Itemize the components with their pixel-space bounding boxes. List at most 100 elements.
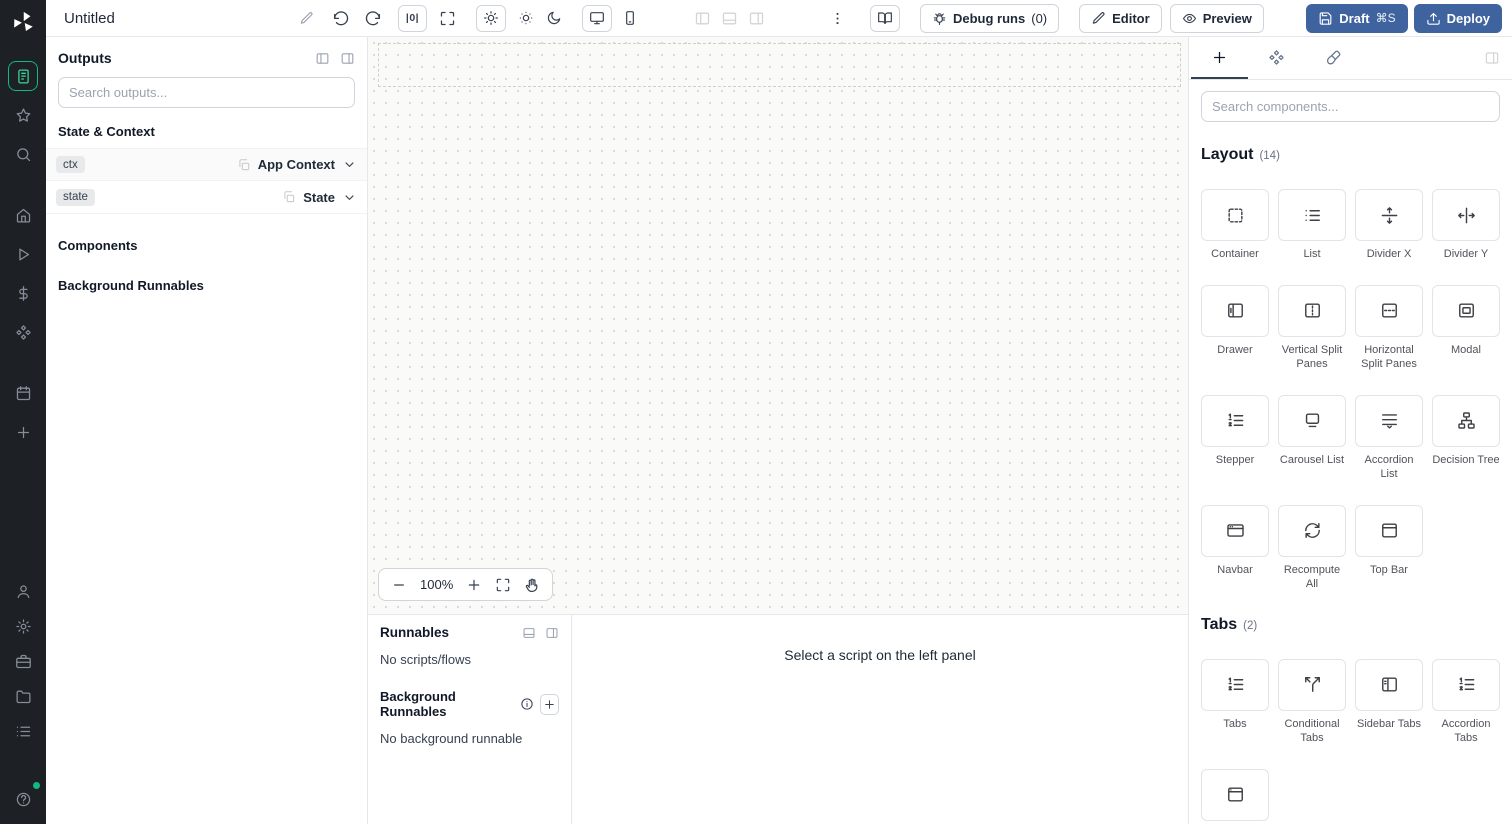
- sidebar-item-create[interactable]: [8, 417, 38, 447]
- theme-auto-button[interactable]: [518, 10, 534, 26]
- component-card-stepper[interactable]: Stepper: [1201, 394, 1269, 482]
- theme-dark-button[interactable]: [546, 10, 562, 26]
- dock-runnables-panel-icon[interactable]: [522, 626, 536, 640]
- sidebar-item-workers[interactable]: [8, 646, 38, 676]
- component-card-partial[interactable]: [1201, 768, 1269, 824]
- zoom-out-button[interactable]: [391, 577, 407, 593]
- content: Outputs State & Context ctx App Context st…: [46, 37, 1512, 824]
- tab-insert[interactable]: [1191, 37, 1248, 79]
- app-canvas[interactable]: 100%: [368, 37, 1188, 614]
- draft-button[interactable]: Draft ⌘S: [1306, 3, 1408, 33]
- bottom-panel: Runnables No scripts/flows Background Ru…: [368, 614, 1188, 824]
- component-card-drawer[interactable]: Drawer: [1201, 284, 1269, 372]
- sidebar-item-help[interactable]: [8, 782, 40, 814]
- component-section-tabs: Tabs (2) Tabs Conditional Tabs Sidebar Tabs A…: [1201, 616, 1500, 824]
- zoom-in-button[interactable]: [466, 577, 482, 593]
- sidebar-item-home[interactable]: [8, 200, 38, 230]
- app-title[interactable]: Untitled: [64, 10, 115, 27]
- output-row-ctx[interactable]: ctx App Context: [46, 148, 367, 181]
- component-card-conditional-tabs[interactable]: Conditional Tabs: [1278, 658, 1346, 746]
- fit-canvas-button[interactable]: [495, 577, 511, 593]
- component-card-decision-tree[interactable]: Decision Tree: [1432, 394, 1500, 482]
- component-card-horizontal-split-panes[interactable]: Horizontal Split Panes: [1355, 284, 1423, 372]
- sidebar-item-search[interactable]: [8, 139, 38, 169]
- pan-tool-button[interactable]: [524, 577, 540, 593]
- outputs-search-input[interactable]: [58, 77, 355, 108]
- chevron-down-icon[interactable]: [342, 190, 357, 205]
- dock-outputs-panel-icon[interactable]: [315, 51, 330, 66]
- decision-tree-icon: [1457, 411, 1476, 430]
- sidebar-item-user[interactable]: [8, 576, 38, 606]
- sun-icon: [483, 10, 499, 26]
- desktop-view-button[interactable]: [582, 4, 612, 32]
- mobile-view-button[interactable]: [622, 10, 638, 26]
- component-card-box: [1278, 658, 1346, 711]
- sidebar-item-variables[interactable]: [8, 278, 38, 308]
- tab-components-tree[interactable]: [1248, 37, 1305, 79]
- docs-button[interactable]: [870, 4, 900, 32]
- toggle-right-panel-icon[interactable]: [748, 10, 765, 27]
- component-card-sidebar-tabs[interactable]: Sidebar Tabs: [1355, 658, 1423, 746]
- sidebar-item-favorites[interactable]: [8, 100, 38, 130]
- info-icon[interactable]: [520, 697, 534, 711]
- component-card-recompute-all[interactable]: Recompute All: [1278, 504, 1346, 592]
- canvas-top-container[interactable]: [378, 43, 1181, 87]
- sidebar-item-schedules[interactable]: [8, 378, 38, 408]
- component-card-modal[interactable]: Modal: [1432, 284, 1500, 372]
- toggle-bottom-panel-icon[interactable]: [721, 10, 738, 27]
- sidebar-item-app-editor[interactable]: [8, 61, 38, 91]
- component-card-box: [1355, 189, 1423, 241]
- chevron-down-icon[interactable]: [342, 157, 357, 172]
- theme-light-button[interactable]: [476, 4, 506, 32]
- accordion-tabs-icon: [1457, 675, 1476, 694]
- app-root: Untitled |0| Debug runs (0) Editor Previ…: [0, 0, 1512, 824]
- components-search-input[interactable]: [1201, 91, 1500, 122]
- undo-button[interactable]: [332, 9, 350, 27]
- sidebar-item-resources[interactable]: [8, 317, 38, 347]
- add-background-runnable-button[interactable]: [539, 693, 559, 715]
- window-icon: [1226, 785, 1245, 804]
- expand-runnables-panel-icon[interactable]: [545, 626, 559, 640]
- tab-styling[interactable]: [1305, 37, 1362, 79]
- background-runnables-heading[interactable]: Background Runnables: [46, 262, 367, 302]
- debug-runs-button[interactable]: Debug runs (0): [920, 3, 1060, 33]
- sidebar-item-folders[interactable]: [8, 681, 38, 711]
- component-card-navbar[interactable]: Navbar: [1201, 504, 1269, 592]
- component-card-box: [1355, 658, 1423, 711]
- component-card-box: [1432, 658, 1500, 711]
- component-card-divider-y[interactable]: Divider Y: [1432, 189, 1500, 262]
- component-card-carousel-list[interactable]: Carousel List: [1278, 394, 1346, 482]
- zoom-level[interactable]: 100%: [420, 577, 453, 592]
- component-card-vertical-split-panes[interactable]: Vertical Split Panes: [1278, 284, 1346, 372]
- deploy-button[interactable]: Deploy: [1413, 3, 1502, 33]
- component-card-divider-x[interactable]: Divider X: [1355, 189, 1423, 262]
- output-row-state[interactable]: state State: [46, 181, 367, 214]
- redo-button[interactable]: [364, 9, 382, 27]
- component-card-label: Conditional Tabs: [1284, 717, 1340, 745]
- windmill-logo[interactable]: [10, 9, 36, 35]
- copy-icon[interactable]: [237, 158, 251, 172]
- preview-button[interactable]: Preview: [1169, 3, 1264, 33]
- sidebar-item-logs[interactable]: [8, 716, 38, 746]
- editor-button[interactable]: Editor: [1079, 3, 1162, 33]
- expand-outputs-panel-icon[interactable]: [340, 51, 355, 66]
- fit-screen-button[interactable]: [439, 10, 456, 27]
- collapse-right-panel-button[interactable]: [1484, 37, 1510, 79]
- component-card-tabs[interactable]: Tabs: [1201, 658, 1269, 746]
- debug-runs-label: Debug runs: [953, 10, 1026, 26]
- toggle-left-panel-icon[interactable]: [694, 10, 711, 27]
- zoom-reset-button[interactable]: |0|: [398, 4, 427, 32]
- conditional-tabs-icon: [1303, 675, 1322, 694]
- component-card-accordion-tabs[interactable]: Accordion Tabs: [1432, 658, 1500, 746]
- more-menu-button[interactable]: [829, 10, 846, 27]
- component-card-container[interactable]: Container: [1201, 189, 1269, 262]
- sidebar-item-runs[interactable]: [8, 239, 38, 269]
- copy-icon[interactable]: [282, 190, 296, 204]
- component-card-accordion-list[interactable]: Accordion List: [1355, 394, 1423, 482]
- rename-app-icon[interactable]: [299, 11, 314, 26]
- sidebar-item-settings[interactable]: [8, 611, 38, 641]
- components-heading[interactable]: Components: [46, 214, 367, 262]
- component-card-top-bar[interactable]: Top Bar: [1355, 504, 1423, 592]
- zoom-controls: |0|: [398, 4, 456, 32]
- component-card-list[interactable]: List: [1278, 189, 1346, 262]
